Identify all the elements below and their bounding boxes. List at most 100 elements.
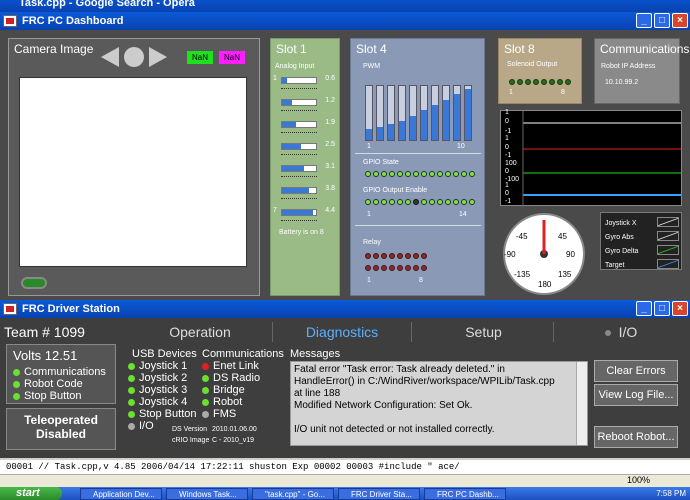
usb-led-icon (128, 410, 135, 418)
status-label: Stop Button (24, 390, 82, 402)
usb-label: Joystick 1 (139, 360, 188, 372)
crio-version: C - 2010_v19 (212, 437, 255, 444)
pwm-fill (421, 110, 427, 140)
gpio-state-led (365, 171, 371, 177)
taskbar-item[interactable]: FRC PC Dashb... (424, 488, 506, 500)
tab-diagnostics[interactable]: Diagnostics (272, 322, 412, 342)
analog-value: 1.2 (325, 97, 335, 104)
analog-bar (281, 121, 317, 128)
status-led-icon (13, 392, 20, 400)
minimize-button[interactable]: _ (636, 301, 652, 316)
relay-led (381, 253, 387, 259)
camera-nav-controls (101, 47, 167, 67)
solenoid-led (525, 79, 531, 85)
maximize-button[interactable]: □ (654, 301, 670, 316)
gpio-enable-led (453, 199, 459, 205)
pwm-channel (398, 85, 406, 141)
tab-io[interactable]: I/O (556, 322, 686, 342)
clear-errors-button[interactable]: Clear Errors (594, 360, 678, 382)
scope-axis-label: 0 (505, 190, 509, 197)
gauge-label: 90 (566, 250, 575, 259)
pwm-fill (443, 99, 449, 140)
close-button[interactable]: × (672, 301, 688, 316)
legend-label: Joystick X (605, 220, 637, 227)
zoom-level[interactable]: 100% (627, 475, 650, 485)
analog-value: 0.6 (325, 75, 335, 82)
gpio-hi: 14 (459, 211, 467, 218)
analog-value: 4.4 (325, 207, 335, 214)
robot-ip-label: Robot IP Address (601, 63, 656, 70)
gpio-enable-led (437, 199, 443, 205)
slot1-title: Slot 1 (276, 42, 307, 56)
gauge-label: -90 (504, 250, 516, 259)
ds-version: 2010.01.06.00 (212, 426, 257, 433)
usb-label: Joystick 4 (139, 396, 188, 408)
solenoid-led (509, 79, 515, 85)
relay-led (405, 265, 411, 271)
usb-led-icon (128, 386, 135, 394)
start-button[interactable]: start (0, 487, 62, 500)
team-number: Team # 1099 (4, 324, 85, 340)
tab-operation[interactable]: Operation (130, 322, 270, 342)
view-log-button[interactable]: View Log File... (594, 384, 678, 406)
volts-value: Volts 12.51 (13, 348, 78, 363)
relay-led (365, 253, 371, 259)
usb-label: Stop Button (139, 408, 197, 420)
usb-label: I/O (139, 420, 154, 432)
comm-label: Enet Link (213, 360, 259, 372)
maximize-button[interactable]: □ (654, 13, 670, 28)
status-label: Robot Code (24, 378, 83, 390)
slot4-title: Slot 4 (356, 42, 387, 56)
messages-scrollbar[interactable] (576, 362, 587, 445)
status-label: Communications (24, 366, 106, 378)
usb-device: Joystick 4 (128, 396, 197, 408)
pwm-fill (465, 88, 471, 140)
analog-value: 1.9 (325, 119, 335, 126)
camera-toggle[interactable] (21, 277, 47, 289)
gyro-legend: Joystick X Gyro Abs Gyro Delta Target (600, 212, 682, 270)
taskbar-item[interactable]: Application Dev... (80, 488, 162, 500)
close-button[interactable]: × (672, 13, 688, 28)
gauge-label: 180 (538, 280, 552, 289)
relay-lo: 1 (367, 277, 371, 284)
gpio-enable-led (413, 199, 419, 205)
next-icon[interactable] (149, 47, 167, 67)
battery-label: Battery is on 8 (279, 229, 324, 236)
legend-swatch (657, 259, 679, 269)
analog-fill (282, 210, 313, 215)
slot8-panel: Slot 8 Solenoid Output 1 8 (498, 38, 582, 104)
legend-swatch (657, 231, 679, 241)
relay-led (397, 253, 403, 259)
taskbar-item[interactable]: FRC Driver Sta... (338, 488, 420, 500)
bar-ticks (281, 85, 317, 89)
ds-titlebar[interactable]: FRC Driver Station _ □ × (0, 300, 690, 318)
clock: 7:58 PM (656, 489, 686, 498)
taskbar-item[interactable]: "task.cpp" - Go... (252, 488, 334, 500)
pwm-fill (410, 115, 416, 140)
driver-station-window: Team # 1099 Operation Diagnostics Setup … (0, 318, 690, 458)
analog-value: 3.8 (325, 185, 335, 192)
messages-box[interactable]: Fatal error "Task error: Task already de… (290, 361, 588, 446)
gpio-state-label: GPIO State (363, 159, 399, 166)
taskbar-item[interactable]: Windows Task... (166, 488, 248, 500)
solenoid-led (517, 79, 523, 85)
scope-axis-label: 0 (505, 118, 509, 125)
pwm-fill (377, 126, 383, 140)
prev-icon[interactable] (101, 47, 119, 67)
minimize-button[interactable]: _ (636, 13, 652, 28)
gpio-enable-led (381, 199, 387, 205)
analog-bar (281, 187, 317, 194)
communications-panel: Communications Robot IP Address 10.10.99… (594, 38, 689, 104)
reboot-robot-button[interactable]: Reboot Robot... (594, 426, 678, 448)
usb-led-icon (128, 398, 135, 406)
record-icon[interactable] (124, 47, 144, 67)
message-line: I/O unit not detected or not installed c… (294, 424, 495, 435)
analog-bar (281, 209, 317, 216)
pwm-channel (442, 85, 450, 141)
channel-number: 7 (273, 207, 277, 214)
usb-led-icon (128, 362, 135, 370)
analog-input-label: Analog Input (275, 63, 315, 70)
pwm-channel (409, 85, 417, 141)
dashboard-titlebar[interactable]: FRC PC Dashboard _ □ × (0, 12, 690, 30)
tab-setup[interactable]: Setup (414, 322, 554, 342)
